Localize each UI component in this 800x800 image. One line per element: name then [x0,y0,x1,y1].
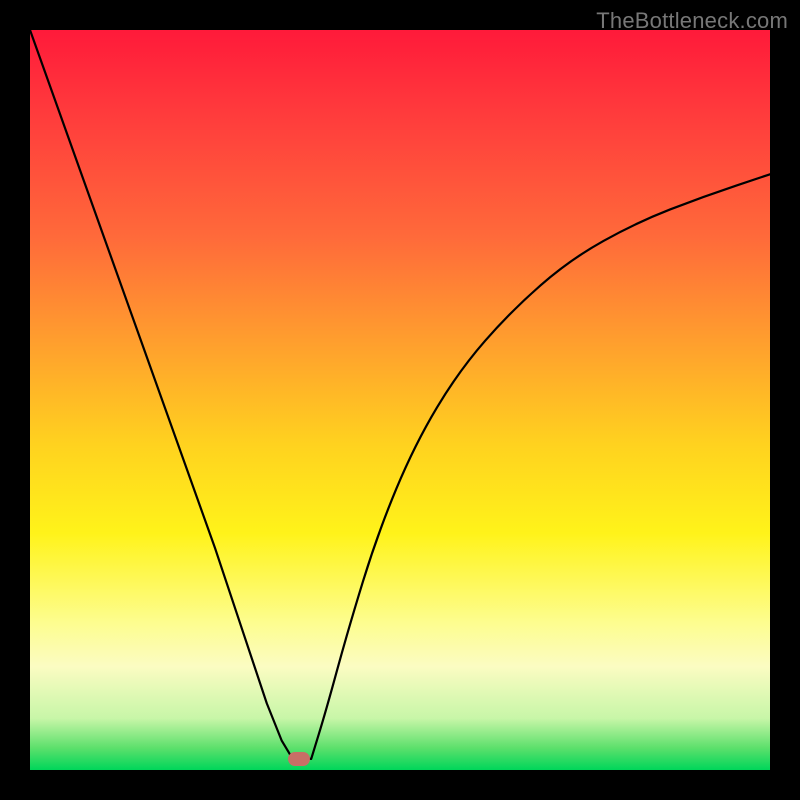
watermark-text: TheBottleneck.com [596,8,788,34]
chart-frame: TheBottleneck.com [0,0,800,800]
plot-area [30,30,770,770]
bottleneck-curve [30,30,770,770]
optimum-marker [288,752,310,766]
curve-path [30,30,770,759]
